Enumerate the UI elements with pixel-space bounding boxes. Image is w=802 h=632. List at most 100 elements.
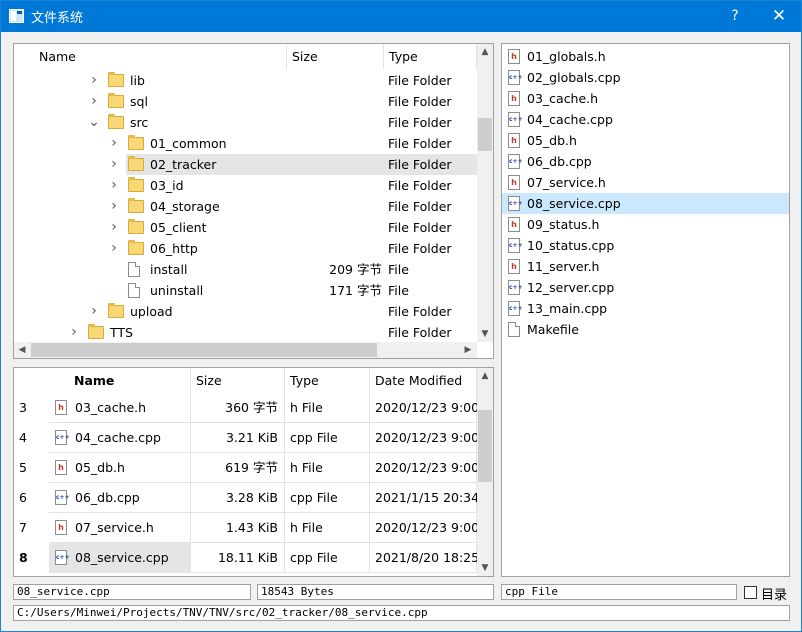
table-cell-modified[interactable]: 2020/12/23 9:00	[370, 513, 479, 543]
scroll-right-arrow-icon[interactable]: ▶	[460, 342, 476, 358]
tree-header-name[interactable]: Name	[34, 44, 287, 69]
table-cell-name[interactable]: h 07_service.h	[49, 513, 191, 543]
directory-checkbox-label[interactable]: 目录	[761, 584, 787, 603]
list-item[interactable]: c++ 06_db.cpp	[502, 151, 789, 172]
table-row[interactable]: 5 h 05_db.h 619 字节 h File 2020/12/23 9:00	[14, 453, 479, 483]
list-item[interactable]: Makefile	[502, 319, 789, 340]
table-cell-modified[interactable]: 2020/12/23 9:00	[370, 393, 479, 423]
list-item[interactable]: h 11_server.h	[502, 256, 789, 277]
table-cell-size[interactable]: 1.43 KiB	[191, 513, 285, 543]
collapsed-chevron-icon[interactable]: ›	[108, 217, 120, 238]
table-cell-modified[interactable]: 2021/1/15 20:34	[370, 483, 479, 513]
table-cell-name[interactable]: c++ 08_service.cpp	[49, 543, 191, 573]
tree-row[interactable]: › TTS File Folder	[14, 322, 477, 343]
collapsed-chevron-icon[interactable]: ›	[88, 301, 100, 322]
table-cell-size[interactable]: 3.28 KiB	[191, 483, 285, 513]
tree-row[interactable]: › 05_client File Folder	[14, 217, 477, 238]
table-cell-modified[interactable]: 2021/8/20 18:25	[370, 543, 479, 573]
tree-row[interactable]: › lib File Folder	[14, 70, 477, 91]
expanded-chevron-icon[interactable]: ⌄	[88, 112, 100, 133]
collapsed-chevron-icon[interactable]: ›	[68, 322, 80, 343]
collapsed-chevron-icon[interactable]: ›	[88, 70, 100, 91]
table-cell-size[interactable]: 360 字节	[191, 393, 285, 423]
file-list[interactable]: h 01_globals.h c++ 02_globals.cpp h 03_cache.…	[501, 43, 790, 577]
scroll-up-arrow-icon[interactable]: ▲	[477, 44, 493, 60]
table-row-number[interactable]: 5	[14, 453, 49, 483]
table-row-number[interactable]: 3	[14, 393, 49, 423]
table-row[interactable]: 7 h 07_service.h 1.43 KiB h File 2020/12/23 9…	[14, 513, 479, 543]
scroll-left-arrow-icon[interactable]: ◀	[14, 342, 30, 358]
table-cell-modified[interactable]: 2020/12/23 9:00	[370, 423, 479, 453]
table-row-number[interactable]: 8	[14, 543, 49, 573]
table-row-number[interactable]: 4	[14, 423, 49, 453]
title-bar[interactable]: 文件系统 ? ✕	[1, 1, 801, 32]
tree-row[interactable]: › 02_tracker File Folder	[14, 154, 477, 175]
collapsed-chevron-icon[interactable]: ›	[108, 154, 120, 175]
tree-row[interactable]: install 209 字节 File	[14, 259, 477, 280]
table-vertical-scrollbar[interactable]: ▲ ▼	[477, 368, 493, 576]
table-cell-name[interactable]: h 03_cache.h	[49, 393, 191, 423]
table-cell-name[interactable]: c++ 04_cache.cpp	[49, 423, 191, 453]
tree-row[interactable]: › 04_storage File Folder	[14, 196, 477, 217]
directory-checkbox[interactable]	[744, 586, 757, 599]
table-cell-size[interactable]: 3.21 KiB	[191, 423, 285, 453]
tree-row[interactable]: › sql File Folder	[14, 91, 477, 112]
table-row[interactable]: 8 c++ 08_service.cpp 18.11 KiB cpp File 2021/…	[14, 543, 479, 573]
table-header-size[interactable]: Size	[191, 368, 285, 393]
list-item[interactable]: c++ 13_main.cpp	[502, 298, 789, 319]
help-button[interactable]: ?	[713, 1, 757, 32]
table-header-type[interactable]: Type	[285, 368, 370, 393]
table-header-modified[interactable]: Date Modified	[370, 368, 477, 393]
directory-tree[interactable]: Name Size Type › lib File Folder › sql File F…	[13, 43, 494, 359]
tree-row[interactable]: uninstall 171 字节 File	[14, 280, 477, 301]
table-cell-name[interactable]: h 05_db.h	[49, 453, 191, 483]
table-row[interactable]: 3 h 03_cache.h 360 字节 h File 2020/12/23 9:00	[14, 393, 479, 423]
table-vertical-scroll-thumb[interactable]	[478, 410, 492, 482]
collapsed-chevron-icon[interactable]: ›	[108, 238, 120, 259]
table-row-number[interactable]: 7	[14, 513, 49, 543]
table-cell-type[interactable]: h File	[285, 393, 370, 423]
table-row-number[interactable]: 6	[14, 483, 49, 513]
table-cell-name[interactable]: c++ 06_db.cpp	[49, 483, 191, 513]
scroll-down-arrow-icon[interactable]: ▼	[477, 326, 493, 342]
list-item[interactable]: c++ 08_service.cpp	[502, 193, 789, 214]
tree-row[interactable]: › upload File Folder	[14, 301, 477, 322]
list-item[interactable]: c++ 02_globals.cpp	[502, 67, 789, 88]
close-button[interactable]: ✕	[757, 1, 801, 32]
list-item[interactable]: c++ 04_cache.cpp	[502, 109, 789, 130]
table-header-name[interactable]: Name	[49, 368, 191, 393]
table-cell-size[interactable]: 18.11 KiB	[191, 543, 285, 573]
table-cell-type[interactable]: cpp File	[285, 543, 370, 573]
tree-header-size[interactable]: Size	[287, 44, 384, 69]
table-cell-type[interactable]: cpp File	[285, 423, 370, 453]
list-item[interactable]: h 03_cache.h	[502, 88, 789, 109]
tree-header-type[interactable]: Type	[384, 44, 477, 69]
list-item[interactable]: h 09_status.h	[502, 214, 789, 235]
tree-horizontal-scroll-thumb[interactable]	[31, 343, 377, 357]
tree-vertical-scroll-thumb[interactable]	[478, 118, 492, 151]
list-item[interactable]: h 07_service.h	[502, 172, 789, 193]
collapsed-chevron-icon[interactable]: ›	[88, 91, 100, 112]
table-row[interactable]: 4 c++ 04_cache.cpp 3.21 KiB cpp File 2020/12/…	[14, 423, 479, 453]
list-item[interactable]: c++ 12_server.cpp	[502, 277, 789, 298]
list-item[interactable]: c++ 10_status.cpp	[502, 235, 789, 256]
scroll-up-arrow-icon[interactable]: ▲	[477, 368, 493, 384]
collapsed-chevron-icon[interactable]: ›	[108, 175, 120, 196]
tree-row[interactable]: ⌄ src File Folder	[14, 112, 477, 133]
list-item[interactable]: h 01_globals.h	[502, 46, 789, 67]
tree-row[interactable]: › 03_id File Folder	[14, 175, 477, 196]
table-cell-type[interactable]: h File	[285, 453, 370, 483]
table-cell-type[interactable]: cpp File	[285, 483, 370, 513]
table-row[interactable]: 6 c++ 06_db.cpp 3.28 KiB cpp File 2021/1/15 2…	[14, 483, 479, 513]
file-details-table[interactable]: Name Size Type Date Modified 3 h 03_cache.…	[13, 367, 494, 577]
tree-row[interactable]: › 01_common File Folder	[14, 133, 477, 154]
collapsed-chevron-icon[interactable]: ›	[108, 196, 120, 217]
tree-row[interactable]: › 06_http File Folder	[14, 238, 477, 259]
list-item[interactable]: h 05_db.h	[502, 130, 789, 151]
scroll-down-arrow-icon[interactable]: ▼	[477, 560, 493, 576]
table-cell-modified[interactable]: 2020/12/23 9:00	[370, 453, 479, 483]
collapsed-chevron-icon[interactable]: ›	[108, 133, 120, 154]
table-cell-size[interactable]: 619 字节	[191, 453, 285, 483]
tree-horizontal-scrollbar[interactable]: ◀ ▶	[14, 342, 477, 358]
tree-vertical-scrollbar[interactable]: ▲ ▼	[477, 44, 493, 342]
